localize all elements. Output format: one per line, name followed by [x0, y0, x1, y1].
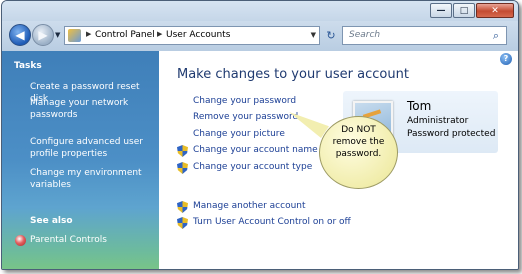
turn-uac-on-off-link[interactable]: Turn User Account Control on or off: [193, 217, 351, 227]
control-panel-window: — □ ✕ ◀ ▶ ▼ ▶ Control Panel ▶ User Accou…: [1, 0, 519, 270]
minimize-button[interactable]: —: [430, 3, 452, 18]
page-title: Make changes to your user account: [177, 67, 409, 82]
see-also-heading: See also: [30, 216, 73, 226]
tasks-heading: Tasks: [14, 61, 42, 71]
recent-pages-chevron-icon[interactable]: ▼: [55, 31, 60, 39]
search-input[interactable]: Search: [349, 30, 380, 40]
parental-controls-link[interactable]: Parental Controls: [30, 234, 155, 246]
search-icon[interactable]: ⌕: [489, 29, 503, 43]
remove-password-link[interactable]: Remove your password: [193, 112, 298, 122]
help-icon[interactable]: ?: [500, 53, 512, 65]
uac-shield-icon: [177, 201, 188, 213]
window-controls: — □ ✕: [429, 3, 514, 18]
parental-controls-icon: [15, 235, 26, 246]
close-button[interactable]: ✕: [476, 3, 514, 18]
change-account-type-link[interactable]: Change your account type: [193, 162, 312, 172]
breadcrumb-separator-icon[interactable]: ▶: [157, 30, 162, 38]
breadcrumb-user-accounts[interactable]: User Accounts: [166, 30, 230, 40]
callout-line: password.: [335, 149, 382, 159]
change-picture-link[interactable]: Change your picture: [193, 129, 285, 139]
breadcrumb-control-panel[interactable]: Control Panel: [95, 30, 155, 40]
minimize-icon: —: [436, 6, 446, 16]
refresh-icon: ↻: [326, 29, 336, 42]
title-bar[interactable]: — □ ✕: [2, 1, 518, 21]
change-environment-variables-link[interactable]: Change my environment variables: [30, 167, 155, 191]
configure-profile-properties-link[interactable]: Configure advanced user profile properti…: [30, 136, 155, 160]
uac-shield-icon: [177, 145, 188, 157]
change-password-link[interactable]: Change your password: [193, 96, 296, 106]
change-account-name-link[interactable]: Change your account name: [193, 145, 318, 155]
address-bar[interactable]: ▶ Control Panel ▶ User Accounts ▼: [64, 26, 320, 45]
manage-another-account-link[interactable]: Manage another account: [193, 201, 306, 211]
address-dropdown-icon[interactable]: ▼: [311, 31, 316, 39]
callout-text: Do NOT remove the password.: [320, 124, 397, 160]
user-password-status: Password protected: [407, 129, 496, 139]
uac-shield-icon: [177, 162, 188, 174]
manage-network-passwords-link[interactable]: Manage your network passwords: [30, 97, 155, 121]
back-button[interactable]: ◀: [9, 24, 31, 46]
user-role: Administrator: [407, 116, 469, 126]
back-arrow-icon: ◀: [15, 28, 25, 42]
breadcrumb-separator-icon[interactable]: ▶: [86, 30, 91, 38]
maximize-icon: □: [459, 6, 469, 16]
close-icon: ✕: [491, 6, 499, 16]
maximize-button[interactable]: □: [453, 3, 475, 18]
uac-shield-icon: [177, 217, 188, 229]
control-panel-icon: [68, 29, 81, 42]
task-sidebar: Tasks Create a password reset disk Manag…: [2, 51, 159, 269]
user-name: Tom: [407, 99, 432, 113]
forward-button[interactable]: ▶: [32, 24, 54, 46]
callout-line: Do NOT: [341, 125, 376, 135]
forward-arrow-icon: ▶: [38, 28, 48, 42]
callout-line: remove the: [332, 137, 385, 147]
navigation-bar: ◀ ▶ ▼ ▶ Control Panel ▶ User Accounts ▼ …: [2, 21, 518, 51]
refresh-button[interactable]: ↻: [322, 26, 340, 45]
search-box[interactable]: Search ⌕: [342, 26, 507, 45]
